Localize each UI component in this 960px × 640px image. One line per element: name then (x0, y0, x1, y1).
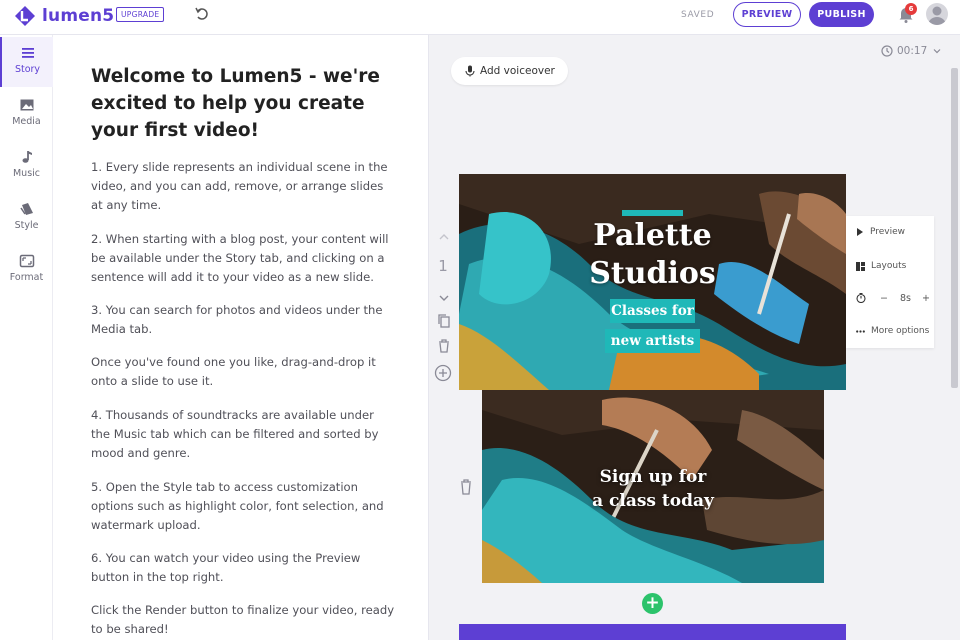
slide-2[interactable]: Sign up for a class today (482, 390, 824, 583)
menu-more-options[interactable]: More options (846, 315, 934, 347)
slide-duration-value: 8s (899, 292, 911, 304)
avatar[interactable] (926, 3, 948, 25)
slide-highlight-line2[interactable]: new artists (605, 329, 700, 353)
story-title: Welcome to Lumen5 - we're excited to hel… (91, 66, 380, 141)
chevron-down-icon (933, 49, 941, 54)
sidebar-item-story[interactable]: Story (0, 37, 53, 87)
sidebar-item-style[interactable]: Style (0, 193, 53, 243)
duration-increase-button[interactable]: + (922, 293, 930, 304)
slide-options-menu: Preview Layouts − 8s + More options (846, 216, 934, 348)
slide-2-text-line2[interactable]: a class today (482, 489, 824, 513)
duration-value: 00:17 (897, 45, 928, 57)
duration-decrease-button[interactable]: − (880, 293, 888, 304)
slide-number: 1 (438, 257, 448, 275)
sidebar-item-music[interactable]: Music (0, 141, 53, 191)
clock-icon (881, 45, 893, 57)
save-status: SAVED (681, 10, 715, 20)
menu-layouts-label: Layouts (871, 261, 907, 271)
story-paragraph[interactable]: 3. You can search for photos and videos … (91, 301, 396, 339)
menu-more-label: More options (871, 326, 930, 336)
move-up-icon[interactable] (435, 228, 453, 246)
image-icon (20, 99, 33, 111)
menu-layouts[interactable]: Layouts (846, 250, 934, 282)
duplicate-icon[interactable] (435, 312, 453, 330)
top-bar: lumen5 UPGRADE SAVED PREVIEW PUBLISH 6 (0, 0, 960, 35)
microphone-icon (465, 65, 475, 77)
sidebar-item-label: Story (14, 64, 41, 75)
notification-badge: 6 (905, 3, 917, 15)
sidebar-item-label: Media (12, 116, 41, 127)
sidebar-item-format[interactable]: Format (0, 245, 53, 295)
more-dots-icon (856, 329, 865, 333)
add-slide-button[interactable]: + (642, 593, 663, 614)
story-paragraph[interactable]: 4. Thousands of soundtracks are availabl… (91, 406, 396, 463)
slide-highlight-line1[interactable]: Classes for (610, 299, 695, 323)
scrollbar[interactable] (951, 68, 958, 388)
story-paragraph[interactable]: Click the Render button to finalize your… (91, 601, 396, 639)
slide-canvas: 00:17 Add voiceover 1 Palette Studios Cl… (429, 35, 960, 640)
slide-title-line1[interactable]: Palette (459, 218, 846, 254)
timer-icon (856, 293, 866, 303)
trash-icon[interactable] (458, 478, 474, 496)
list-icon (21, 48, 34, 58)
logo[interactable]: lumen5 (14, 4, 114, 28)
palette-icon (19, 203, 33, 215)
layouts-icon (856, 261, 865, 271)
move-down-icon[interactable] (435, 289, 453, 307)
sidebar-item-label: Music (12, 168, 41, 179)
story-paragraph[interactable]: 6. You can watch your video using the Pr… (91, 549, 396, 587)
menu-preview[interactable]: Preview (846, 216, 934, 248)
upgrade-button[interactable]: UPGRADE (116, 7, 165, 22)
sidebar-item-label: Format (9, 272, 44, 283)
trash-icon[interactable] (435, 337, 453, 355)
publish-button[interactable]: PUBLISH (809, 2, 874, 27)
undo-icon[interactable] (194, 6, 210, 22)
sidebar: Story Media Music Style Format (0, 35, 53, 640)
next-slide-preview[interactable] (459, 624, 846, 640)
add-voiceover-button[interactable]: Add voiceover (451, 57, 568, 85)
story-paragraph[interactable]: 5. Open the Style tab to access customiz… (91, 478, 396, 535)
lumen5-logo-icon (15, 6, 35, 26)
app-name: lumen5 (42, 6, 115, 26)
menu-duration: − 8s + (846, 282, 934, 314)
add-circle-icon[interactable] (433, 363, 453, 383)
aspect-ratio-icon (19, 254, 34, 268)
story-paragraph[interactable]: 2. When starting with a blog post, your … (91, 230, 396, 287)
story-panel: Welcome to Lumen5 - we're excited to hel… (53, 35, 429, 640)
menu-preview-label: Preview (870, 227, 906, 237)
slide-2-text-line1[interactable]: Sign up for (482, 465, 824, 489)
video-duration[interactable]: 00:17 (881, 45, 946, 57)
slide-title-line2[interactable]: Studios (459, 256, 846, 292)
story-paragraph[interactable]: 1. Every slide represents an individual … (91, 158, 396, 215)
voiceover-label: Add voiceover (480, 65, 555, 77)
user-icon (928, 6, 946, 25)
sidebar-item-media[interactable]: Media (0, 89, 53, 139)
play-icon (857, 228, 863, 236)
slide-1[interactable]: Palette Studios Classes for new artists (459, 174, 846, 390)
title-accent-bar (622, 210, 683, 216)
music-note-icon (22, 151, 32, 163)
story-paragraph[interactable]: Once you've found one you like, drag-and… (91, 353, 396, 391)
preview-button[interactable]: PREVIEW (733, 2, 801, 27)
sidebar-item-label: Style (14, 220, 39, 231)
